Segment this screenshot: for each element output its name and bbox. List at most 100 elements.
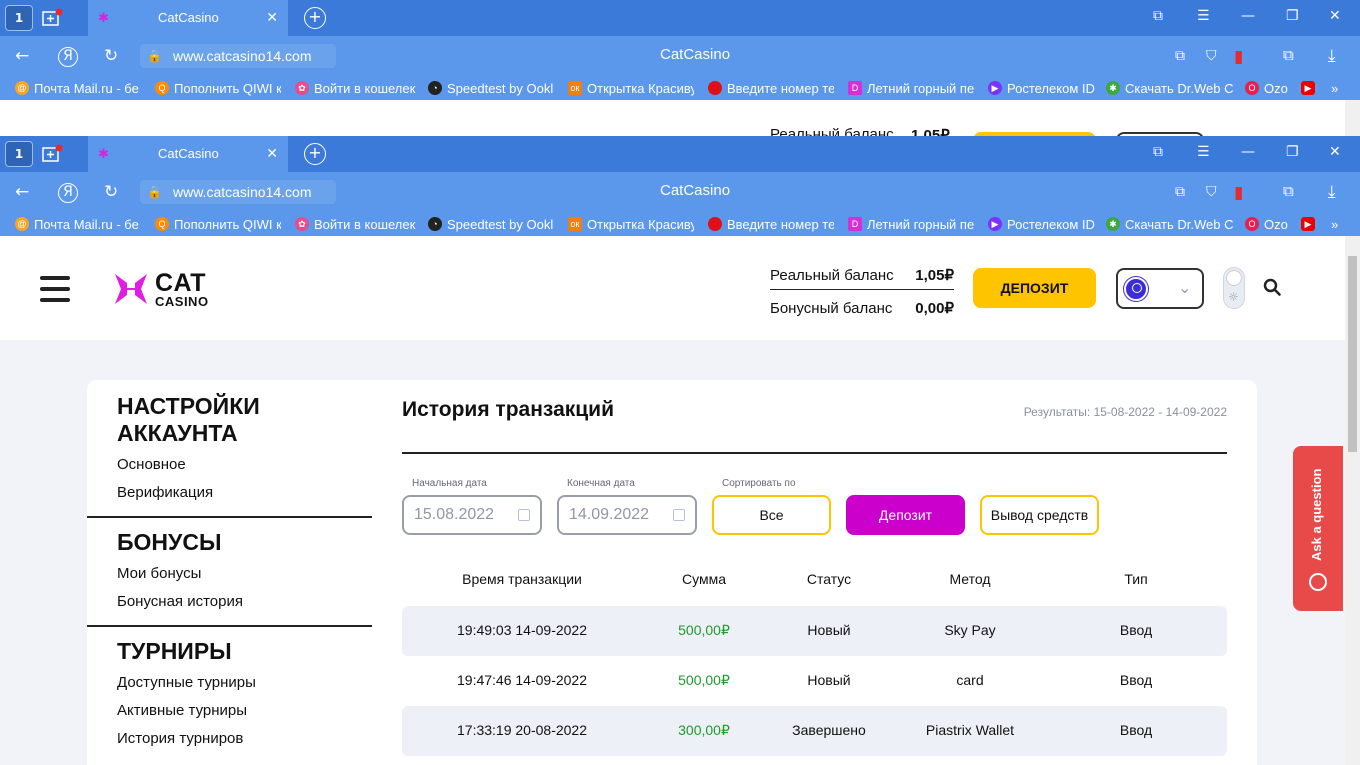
hamburger-menu-icon[interactable] — [40, 276, 70, 302]
bookmark-item[interactable]: Q Пополнить QIWI к — [155, 79, 281, 97]
tab-counter-button[interactable]: 1 — [5, 141, 33, 167]
bookmark-red-icon[interactable]: ▮ — [1234, 47, 1243, 67]
bookmark-item[interactable]: ▶ Ростелеком ID — [988, 215, 1098, 233]
close-icon[interactable]: ✕ — [266, 145, 278, 162]
row-status: Завершено — [792, 722, 866, 738]
ask-question-widget[interactable]: Ask a question — [1293, 446, 1343, 611]
back-icon[interactable]: ← — [15, 182, 29, 202]
bookmark-item[interactable]: O Ozo — [1245, 215, 1291, 233]
sidebar-item-main[interactable]: Основное — [87, 451, 372, 479]
bookmark-item[interactable]: ✿ Войти в кошелек — [295, 215, 417, 233]
extensions-icon[interactable]: ⛉ — [1206, 48, 1217, 64]
sidebar-section-title: НАСТРОЙКИ АККАУНТА — [117, 393, 260, 446]
bookmark-item[interactable]: D Летний горный пе — [848, 215, 974, 233]
download-icon[interactable]: ⤓ — [1328, 182, 1336, 202]
section-title: История транзакций — [402, 398, 614, 421]
bookmark-item[interactable]: ✿ Войти в кошелек — [295, 79, 417, 97]
bookmark-item[interactable]: ✱ Скачать Dr.Web C — [1106, 215, 1233, 233]
url-field[interactable]: 🔒 www.catcasino14.com — [140, 44, 336, 68]
ozon-icon: O — [1245, 217, 1259, 231]
ghost-scrollbar — [1345, 100, 1360, 136]
bookmark-red-icon[interactable]: ▮ — [1234, 183, 1243, 203]
tab-catcasino[interactable]: ✱ CatCasino ✕ — [88, 136, 288, 172]
yandex-icon[interactable]: Я — [58, 47, 78, 67]
bookmark-item[interactable]: ✱ Скачать Dr.Web C — [1106, 79, 1233, 97]
reload-icon[interactable]: ↻ — [104, 46, 118, 66]
download-icon[interactable]: ⤓ — [1328, 46, 1336, 66]
sidebar-item-active-tournaments[interactable]: Активные турниры — [87, 697, 372, 725]
url-field[interactable]: 🔒 www.catcasino14.com — [140, 180, 336, 204]
youtube-bookmark[interactable]: ▶ — [1301, 79, 1321, 97]
theme-toggle[interactable]: ☼ — [1223, 267, 1245, 309]
sidebar-item-available-tournaments[interactable]: Доступные турниры — [87, 669, 372, 697]
site-header: CAT CASINO Реальный баланс 1,05₽ Бонусный… — [0, 236, 1345, 340]
new-tab-button[interactable]: + — [304, 7, 326, 29]
youtube-icon: ▶ — [1301, 81, 1315, 95]
extensions-icon[interactable]: ⛉ — [1206, 184, 1217, 200]
close-window-icon[interactable]: ✕ — [1329, 144, 1341, 160]
sidebar-item-my-bonuses[interactable]: Мои бонусы — [87, 560, 372, 588]
bookmark-item[interactable]: @ Почта Mail.ru - бе — [15, 79, 141, 97]
sidebar-divider — [87, 625, 372, 627]
bookmark-item[interactable]: Введите номер те — [708, 215, 834, 233]
more-bookmarks-icon[interactable]: » — [1331, 215, 1345, 233]
row-time: 17:33:19 20-08-2022 — [457, 722, 587, 738]
bookmark-item[interactable]: Введите номер те — [708, 79, 834, 97]
translate-icon[interactable]: ⧉ — [1175, 184, 1185, 200]
bookmark-item[interactable]: Q Пополнить QIWI к — [155, 215, 281, 233]
page-scrollbar[interactable] — [1345, 236, 1360, 765]
sidebar-item-tournament-history[interactable]: История турниров — [87, 725, 372, 753]
restore-icon[interactable]: ❐ — [1286, 8, 1299, 24]
deposit-button[interactable]: ДЕПОЗИТ — [973, 268, 1096, 308]
search-icon[interactable] — [1263, 278, 1281, 296]
sidebar-item-verification[interactable]: Верификация — [87, 479, 372, 507]
close-icon[interactable]: ✕ — [266, 9, 278, 26]
bookmark-item[interactable]: ▶ Ростелеком ID — [988, 79, 1098, 97]
reload-icon[interactable]: ↻ — [104, 182, 118, 202]
translate-icon[interactable]: ⧉ — [1175, 48, 1185, 64]
bookmark-icon[interactable]: ⧉ — [1153, 144, 1163, 160]
collections-icon[interactable]: ⧉ — [1283, 182, 1294, 200]
filter-deposit-button[interactable]: Депозит — [846, 495, 965, 535]
menu-icon[interactable]: ☰ — [1197, 144, 1210, 160]
tab-catcasino[interactable]: ✱ CatCasino ✕ — [88, 0, 288, 36]
row-type: Ввод — [1119, 722, 1153, 738]
bookmark-item[interactable]: ◔ Speedtest by Ookl — [428, 79, 553, 97]
collections-icon[interactable]: ⧉ — [1283, 46, 1294, 64]
yandex-icon[interactable]: Я — [58, 183, 78, 203]
new-tab-button[interactable]: + — [304, 143, 326, 165]
mts-icon — [708, 217, 722, 231]
column-header-amount: Сумма — [682, 571, 726, 587]
filter-withdraw-button[interactable]: Вывод средств — [980, 495, 1099, 535]
bookmark-item[interactable]: @ Почта Mail.ru - бе — [15, 215, 141, 233]
minimize-icon[interactable]: — — [1241, 8, 1255, 24]
end-date-field[interactable]: 14.09.2022 — [557, 495, 697, 535]
more-bookmarks-icon[interactable]: » — [1331, 79, 1345, 97]
column-header-method: Метод — [949, 571, 991, 587]
tab-counter-button[interactable]: 1 — [5, 5, 33, 31]
sidebar-item-bonus-history[interactable]: Бонусная история — [87, 588, 372, 616]
bookmark-item[interactable]: D Летний горный пе — [848, 79, 974, 97]
minimize-icon[interactable]: — — [1241, 144, 1255, 160]
bookmark-item[interactable]: ◔ Speedtest by Ookl — [428, 215, 553, 233]
real-balance-label: Реальный баланс — [770, 266, 894, 284]
qiwi-icon: Q — [155, 81, 169, 95]
table-row: 19:47:46 14-09-2022 500,00₽ Новый card В… — [402, 656, 1227, 706]
restore-icon[interactable]: ❐ — [1286, 144, 1299, 160]
bookmark-icon[interactable]: ⧉ — [1153, 8, 1163, 24]
bookmark-item[interactable]: ок Открытка Красиву — [568, 79, 694, 97]
menu-icon[interactable]: ☰ — [1197, 8, 1210, 24]
youtube-bookmark[interactable]: ▶ — [1301, 215, 1321, 233]
new-window-icon[interactable] — [38, 141, 66, 167]
bookmark-item[interactable]: ок Открытка Красиву — [568, 215, 694, 233]
user-menu-select[interactable]: ⌄ — [1116, 268, 1204, 309]
back-icon[interactable]: ← — [15, 46, 29, 66]
bonus-balance-label: Бонусный баланс — [770, 299, 893, 317]
start-date-field[interactable]: 15.08.2022 — [402, 495, 542, 535]
filter-all-button[interactable]: Все — [712, 495, 831, 535]
scrollbar-thumb[interactable] — [1348, 256, 1357, 452]
new-window-icon[interactable] — [38, 5, 66, 31]
tab-title: CatCasino — [158, 10, 219, 25]
bookmark-item[interactable]: O Ozo — [1245, 79, 1291, 97]
close-window-icon[interactable]: ✕ — [1329, 8, 1341, 24]
